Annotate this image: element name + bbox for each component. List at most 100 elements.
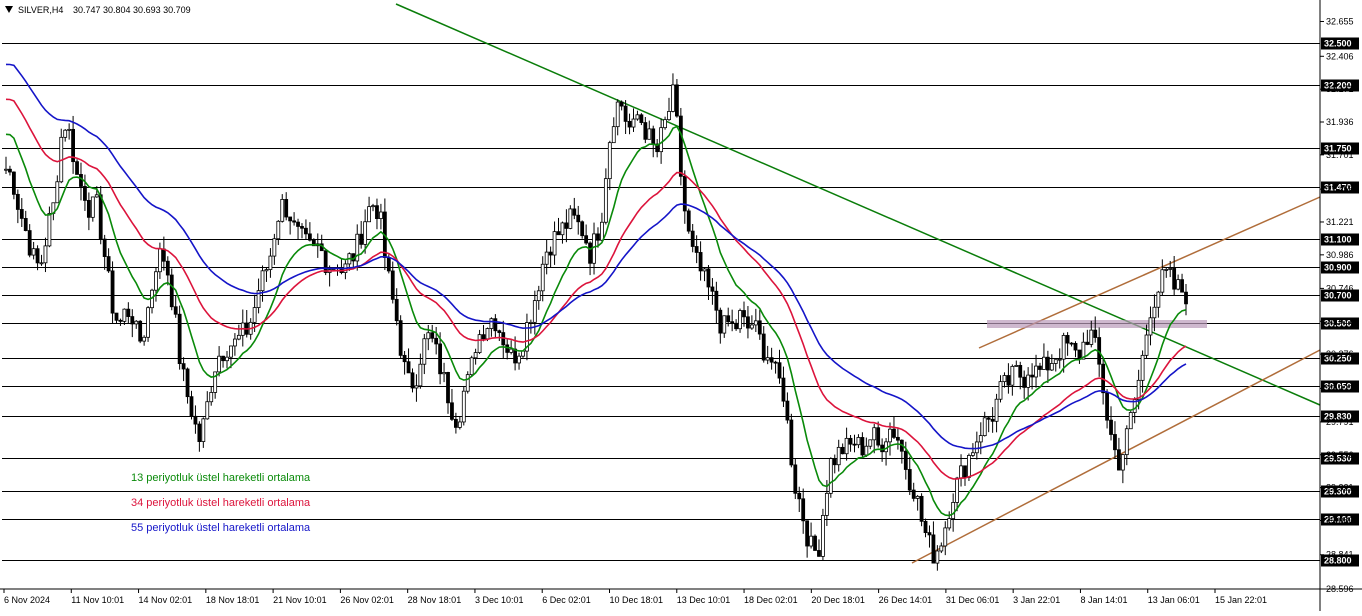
candle-body (631, 118, 636, 128)
legend-item-3: 55 periyotluk üstel hareketli ortalama (131, 522, 311, 534)
candle-body (1073, 342, 1078, 351)
candle-body (418, 363, 423, 387)
x-tick-label: 3 Dec 10:01 (475, 595, 524, 605)
candle-body (122, 308, 127, 322)
candle-body (1042, 356, 1046, 370)
candle-body (600, 221, 604, 241)
y-tick-label: 29.791 (1326, 417, 1354, 427)
candle-body (217, 355, 222, 373)
candle-body (67, 128, 72, 131)
candle-body (19, 209, 24, 219)
candle-body (753, 320, 758, 326)
candle-body (627, 120, 632, 128)
candle-body (1038, 365, 1042, 370)
candle-body (146, 307, 150, 338)
candle-body (138, 320, 143, 342)
y-tick-label: 30.746 (1326, 283, 1354, 293)
candle-body (31, 248, 36, 256)
candle-body (173, 306, 178, 315)
chart-svg: 32.50032.20031.75031.47031.10030.90030.7… (0, 0, 1362, 611)
candle-body (288, 216, 293, 222)
candle-body (8, 168, 12, 173)
y-tick-label: 30.031 (1326, 383, 1354, 393)
candle-body (181, 363, 186, 370)
candle-body (493, 318, 498, 332)
candle-body (386, 257, 391, 272)
candle-body (1085, 341, 1090, 345)
symbol-label: SILVER,H4 (18, 5, 63, 15)
x-tick-label: 28 Nov 18:01 (408, 595, 462, 605)
candle-body (126, 308, 131, 317)
candle-body (402, 354, 407, 363)
candle-body (813, 535, 817, 551)
candle-body (461, 390, 466, 423)
y-tick-label: 29.086 (1326, 515, 1354, 525)
candle-body (1053, 359, 1058, 364)
candle-body (477, 334, 482, 353)
candle-body (260, 270, 265, 292)
candle-body (272, 238, 277, 257)
candle-body (442, 372, 446, 375)
x-tick-label: 15 Jan 22:01 (1215, 595, 1267, 605)
candle-body (765, 357, 770, 361)
candle-body (690, 230, 695, 247)
y-tick-label: 32.171 (1326, 84, 1354, 94)
candle-body (1026, 374, 1031, 388)
candle-body (761, 333, 766, 361)
candle-body (1057, 358, 1062, 361)
candle-body (1109, 419, 1113, 435)
candle-body (580, 221, 585, 237)
candle-body (805, 520, 810, 547)
candle-body (880, 444, 885, 453)
candle-body (406, 361, 411, 374)
candle-body (55, 181, 60, 204)
candle-body (1156, 291, 1161, 308)
candle-body (43, 245, 48, 264)
candle-body (450, 402, 454, 420)
candle-body (860, 437, 865, 456)
candle-body (635, 114, 640, 120)
candle-body (686, 210, 691, 232)
candle-body (592, 233, 596, 264)
candle-body (769, 357, 774, 363)
candle-body (698, 252, 703, 272)
candle-body (83, 186, 87, 201)
candle-body (738, 310, 742, 330)
candle-body (4, 168, 8, 171)
candle-body (130, 316, 135, 325)
candle-body (398, 320, 403, 356)
y-tick-label: 30.986 (1326, 250, 1354, 260)
level-label: 32.500 (1324, 39, 1352, 49)
candle-body (706, 268, 711, 288)
candle-body (1069, 342, 1074, 345)
y-tick-label: 29.556 (1326, 450, 1354, 460)
candle-body (177, 313, 182, 365)
candle-body (619, 101, 624, 107)
candle-body (90, 196, 95, 218)
candle-body (236, 334, 241, 340)
candle-body (675, 84, 679, 117)
x-tick-label: 8 Jan 14:01 (1080, 595, 1127, 605)
legend-item-1: 13 periyotluk üstel hareketli ortalama (131, 472, 311, 484)
candle-body (225, 356, 229, 362)
candle-body (505, 344, 510, 353)
candle-body (367, 206, 371, 223)
candle-body (844, 437, 849, 455)
y-tick-label: 28.841 (1326, 550, 1354, 560)
candle-body (1034, 365, 1038, 378)
candle-body (935, 550, 940, 564)
candle-body (1120, 454, 1125, 471)
candle-body (718, 309, 723, 334)
candle-body (359, 233, 364, 245)
candle-body (252, 307, 257, 323)
candle-body (469, 357, 474, 376)
candle-body (63, 129, 68, 138)
candle-body (118, 319, 123, 322)
candle-body (801, 498, 806, 522)
candle-body (588, 242, 592, 264)
candle-body (540, 263, 545, 292)
chart: 32.500 32.200 31.750 31.470 31.100 30.900 30.7… (0, 0, 1362, 611)
candle-body (375, 205, 379, 219)
candle-body (773, 361, 778, 364)
candle-body (682, 175, 687, 212)
